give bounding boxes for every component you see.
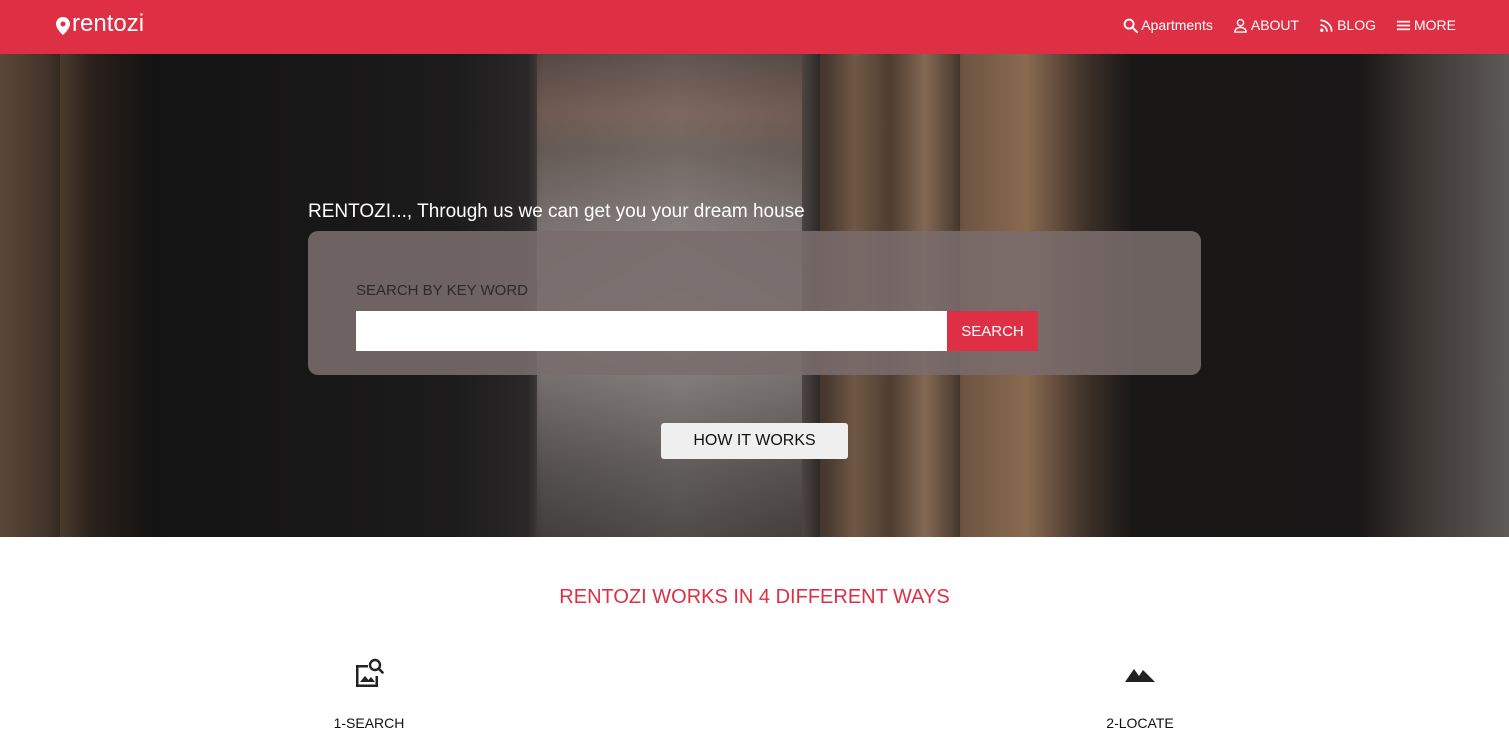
mountains-icon [1125,669,1155,682]
nav-item-label: MORE [1414,17,1456,33]
hero-curtain-left [0,54,60,537]
rss-icon [1320,19,1333,32]
map-pin-icon [56,17,70,35]
way-item-search: 1-SEARCH [289,656,449,731]
nav-item-label: BLOG [1337,17,1376,33]
search-panel: SEARCH BY KEY WORD SEARCH [308,231,1201,375]
image-search-icon [356,658,384,687]
brand-logo[interactable]: rentozi [56,10,144,38]
nav-item-label: ABOUT [1250,17,1300,33]
top-navbar: rentozi Apartments ABOUT BLOG MORE [0,0,1509,54]
menu-icon [1396,20,1411,30]
nav-item-about[interactable]: ABOUT [1233,17,1299,33]
hero-tagline: RENTOZI..., Through us we can get you yo… [308,201,805,222]
search-button[interactable]: SEARCH [947,311,1038,351]
nav-item-blog[interactable]: BLOG [1319,17,1376,33]
nav-item-apartments[interactable]: Apartments [1123,17,1213,33]
way-label: 2-LOCATE [1106,715,1174,731]
user-icon [1234,18,1247,33]
way-label: 1-SEARCH [333,715,405,731]
search-icon [1123,18,1139,33]
way-item-locate: 2-LOCATE [1060,656,1220,731]
ways-section-title: RENTOZI WORKS IN 4 DIFFERENT WAYS [559,586,950,608]
nav-item-more[interactable]: MORE [1396,17,1456,33]
nav-item-label: Apartments [1141,17,1213,33]
hero-banner: RENTOZI..., Through us we can get you yo… [0,54,1509,537]
search-label: SEARCH BY KEY WORD [356,282,528,299]
how-it-works-button[interactable]: HOW IT WORKS [661,423,848,459]
nav-menu: Apartments ABOUT BLOG MORE [1103,17,1456,33]
search-input[interactable] [356,311,947,351]
brand-name: rentozi [72,10,145,37]
